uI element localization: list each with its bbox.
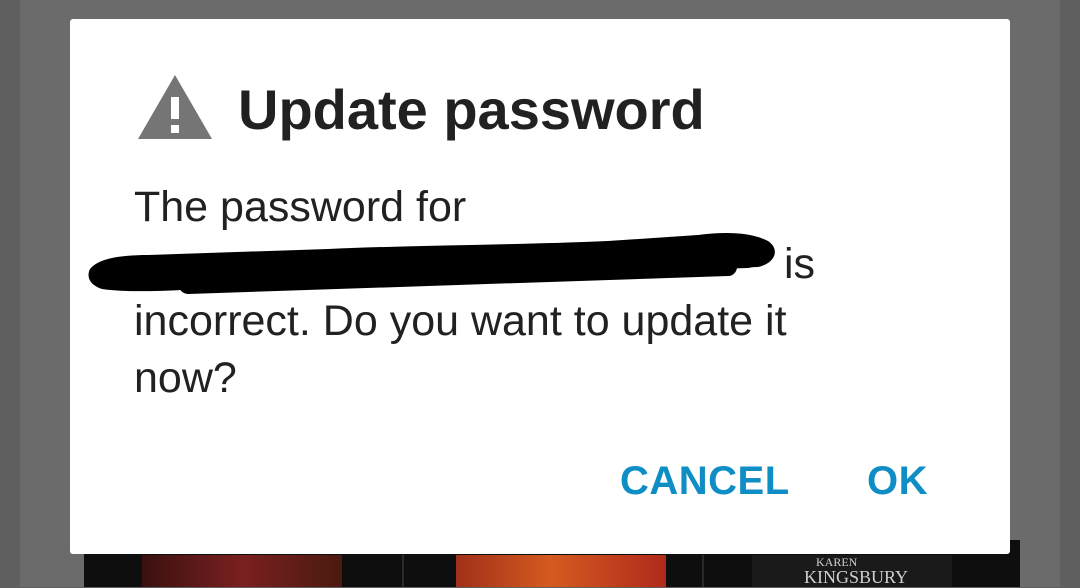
message-line: incorrect. Do you want to update it bbox=[134, 297, 787, 345]
message-text: is bbox=[784, 240, 816, 288]
update-password-dialog: Update password The password for is inco… bbox=[70, 19, 1010, 554]
dialog-title: Update password bbox=[238, 78, 705, 141]
thumbnail-divider bbox=[402, 555, 404, 587]
background-thumbnail-book: KAREN KINGSBURY bbox=[752, 555, 952, 587]
background-thumbnail bbox=[456, 555, 666, 587]
thumbnail-divider bbox=[702, 555, 704, 587]
redaction-scribble bbox=[88, 233, 775, 294]
cancel-button[interactable]: CANCEL bbox=[620, 459, 790, 504]
background-thumbnail bbox=[142, 555, 342, 587]
thumbnail-text: KINGSBURY bbox=[804, 567, 909, 587]
warning-icon bbox=[138, 75, 212, 139]
ok-button[interactable]: OK bbox=[867, 459, 928, 504]
message-line: now? bbox=[134, 354, 237, 402]
